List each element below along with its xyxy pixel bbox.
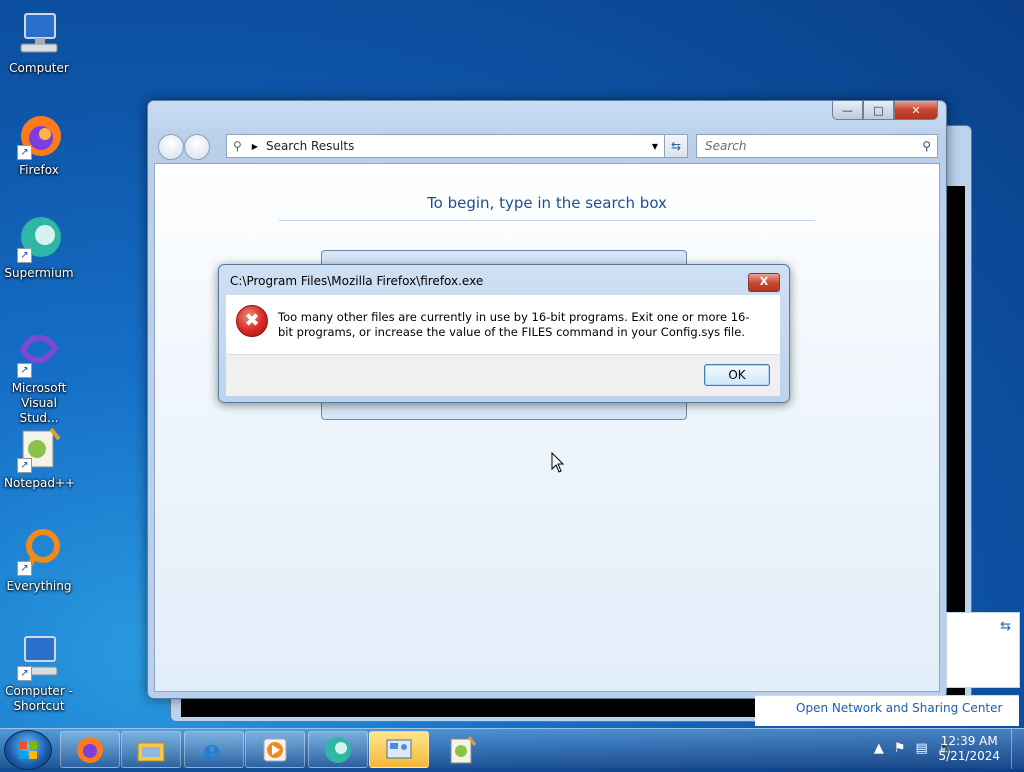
minimize-button[interactable]: — xyxy=(832,101,863,120)
start-button[interactable] xyxy=(4,730,52,770)
notepad-plus-plus-icon xyxy=(450,735,477,763)
supermium-icon xyxy=(325,736,351,763)
computer-icon: ↗ xyxy=(15,633,63,681)
desktop-icon-everything[interactable]: ↗ Everything xyxy=(4,528,74,594)
network-icon[interactable]: ▤ xyxy=(916,741,928,756)
search-icon[interactable]: ⚲ xyxy=(922,139,931,153)
shortcut-arrow-icon: ↗ xyxy=(17,145,32,160)
taskbar-ie[interactable]: e xyxy=(184,731,244,768)
taskbar-media-player[interactable] xyxy=(245,731,305,768)
desktop-icon-label: Firefox xyxy=(19,163,59,177)
desktop-icon-visual-studio[interactable]: ↗ Microsoft Visual Stud... xyxy=(4,330,74,426)
address-bar[interactable]: ⚲ ▶ Search Results ▼ xyxy=(226,134,665,158)
desktop-icon-supermium[interactable]: ↗ Supermium xyxy=(4,215,74,281)
search-icon: ⚲ xyxy=(233,139,242,153)
chevron-down-icon[interactable]: ▼ xyxy=(652,142,658,151)
network-panel: Open Network and Sharing Center xyxy=(755,695,1019,726)
shortcut-arrow-icon: ↗ xyxy=(17,248,32,263)
dialog-footer: OK xyxy=(226,354,780,396)
maximize-button[interactable]: □ xyxy=(863,101,894,120)
shortcut-arrow-icon: ↗ xyxy=(17,561,32,576)
taskbar-firefox[interactable] xyxy=(60,731,120,768)
ok-button[interactable]: OK xyxy=(704,364,770,386)
dialog-close-button[interactable]: X xyxy=(748,273,780,292)
notification-panel: ⇆ xyxy=(946,612,1020,688)
desktop-icon-label: Everything xyxy=(6,579,72,593)
error-icon: ✖ xyxy=(236,305,268,337)
desktop-icon-label: Computer - Shortcut xyxy=(5,684,73,713)
search-hint: To begin, type in the search box xyxy=(427,194,667,212)
search-results-pane[interactable]: To begin, type in the search box xyxy=(154,163,940,692)
taskbar-notepadpp[interactable] xyxy=(432,731,492,768)
desktop-icon-label: Supermium xyxy=(4,266,74,280)
windows-logo-icon xyxy=(19,741,37,759)
explorer-icon xyxy=(137,742,165,761)
clock-date: 5/21/2024 xyxy=(938,749,1000,763)
close-button[interactable]: ✕ xyxy=(894,101,938,120)
show-desktop-button[interactable] xyxy=(1011,729,1024,769)
supermium-icon: ↗ xyxy=(15,215,63,263)
desktop-icon-label: Microsoft Visual Stud... xyxy=(11,381,67,425)
dialog-title: C:\Program Files\Mozilla Firefox\firefox… xyxy=(230,274,484,288)
dialog-body: ✖ Too many other files are currently in … xyxy=(226,295,780,354)
address-text: Search Results xyxy=(265,139,355,153)
desktop-icon-label: Notepad++ xyxy=(4,476,76,490)
dialog-message: Too many other files are currently in us… xyxy=(278,310,750,339)
firefox-icon xyxy=(77,736,103,763)
control-panel-icon xyxy=(386,739,412,758)
mouse-cursor-icon xyxy=(551,452,565,473)
taskbar-explorer[interactable] xyxy=(121,731,181,768)
computer-icon xyxy=(15,10,63,58)
desktop-icon-firefox[interactable]: ↗ Firefox xyxy=(4,112,74,178)
firefox-icon: ↗ xyxy=(15,112,63,160)
taskbar-control-panel[interactable] xyxy=(369,731,429,768)
search-placeholder: Search xyxy=(705,139,747,153)
everything-icon: ↗ xyxy=(15,528,63,576)
media-player-icon xyxy=(263,738,287,761)
notepad-plus-plus-icon: ↗ xyxy=(15,425,63,473)
visual-studio-icon: ↗ xyxy=(15,330,63,378)
window-caption-buttons: — □ ✕ xyxy=(832,101,938,120)
shortcut-arrow-icon: ↗ xyxy=(17,458,32,473)
back-button[interactable] xyxy=(158,134,184,160)
refresh-button[interactable]: ⇆ xyxy=(664,134,688,158)
clock[interactable]: 12:39 AM 5/21/2024 xyxy=(938,734,1000,764)
desktop-icon-label: Computer xyxy=(9,61,69,75)
ie-icon: e xyxy=(203,735,221,765)
action-center-flag-icon[interactable]: ⚑ xyxy=(894,741,906,756)
show-hidden-icons-icon[interactable]: ▲ xyxy=(874,741,884,756)
clock-time: 12:39 AM xyxy=(940,734,998,748)
refresh-icon[interactable]: ⇆ xyxy=(1000,619,1011,634)
desktop-icon-computer[interactable]: Computer xyxy=(4,10,74,76)
open-network-sharing-link[interactable]: Open Network and Sharing Center xyxy=(796,701,1002,715)
taskbar: e ▲ ⚑ ▤ 🔈 12:39 AM 5/21/2024 xyxy=(0,728,1024,770)
breadcrumb-arrow-icon: ▶ xyxy=(251,141,258,151)
taskbar-supermium[interactable] xyxy=(308,731,368,768)
desktop-icon-computer-shortcut[interactable]: ↗ Computer - Shortcut xyxy=(4,633,74,714)
desktop-icon-notepadpp[interactable]: ↗ Notepad++ xyxy=(4,425,76,491)
shortcut-arrow-icon: ↗ xyxy=(17,666,32,681)
navigation-bar: ⚲ ▶ Search Results ▼ ⇆ Search ⚲ xyxy=(156,132,940,160)
error-dialog[interactable]: C:\Program Files\Mozilla Firefox\firefox… xyxy=(218,264,790,403)
shortcut-arrow-icon: ↗ xyxy=(17,363,32,378)
divider xyxy=(279,220,815,221)
svg-text:e: e xyxy=(203,735,221,765)
search-input[interactable]: Search ⚲ xyxy=(696,134,938,158)
forward-button[interactable] xyxy=(184,134,210,160)
